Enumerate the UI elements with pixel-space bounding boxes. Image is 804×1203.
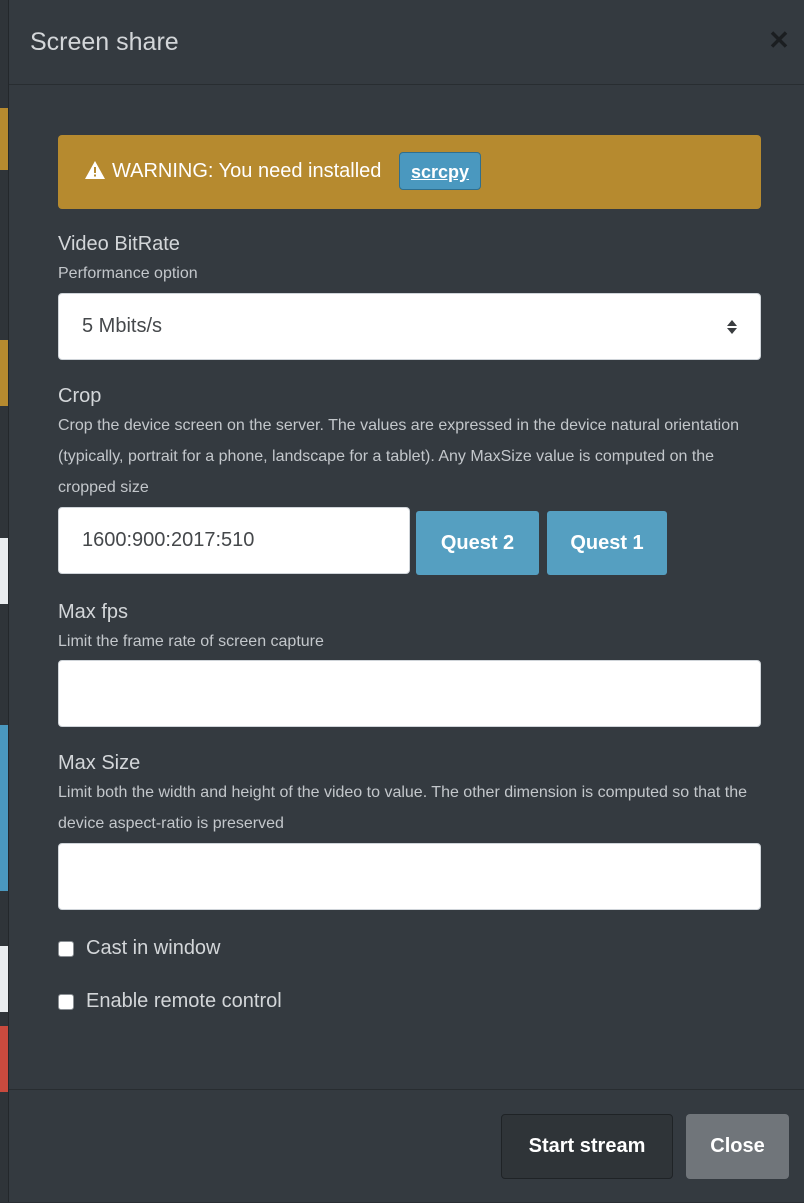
- bitrate-select[interactable]: 5 Mbits/s: [58, 293, 761, 360]
- warning-triangle-icon: [85, 161, 105, 179]
- warning-text: WARNING: You need installed: [112, 160, 382, 182]
- max-fps-help: Limit the frame rate of screen capture: [58, 633, 324, 650]
- close-icon[interactable]: ✕: [767, 27, 791, 53]
- quest-1-button[interactable]: Quest 1: [547, 511, 667, 575]
- background-page: [0, 0, 8, 1202]
- enable-remote-control-checkbox[interactable]: [58, 994, 74, 1010]
- enable-remote-control-label: Enable remote control: [86, 990, 282, 1012]
- modal-footer: Start stream Close: [9, 1089, 804, 1203]
- crop-label: Crop: [58, 385, 102, 407]
- modal-title: Screen share: [30, 28, 179, 56]
- max-size-help: Limit both the width and height of the v…: [58, 784, 748, 832]
- crop-value: 1600:900:2017:510: [82, 529, 255, 551]
- start-stream-button[interactable]: Start stream: [501, 1114, 673, 1179]
- quest-2-button[interactable]: Quest 2: [416, 511, 539, 575]
- cast-in-window-checkbox[interactable]: [58, 941, 74, 957]
- close-button[interactable]: Close: [686, 1114, 789, 1179]
- bitrate-label: Video BitRate: [58, 233, 180, 255]
- bitrate-selected-value: 5 Mbits/s: [82, 315, 163, 337]
- max-fps-input[interactable]: [58, 660, 761, 727]
- bitrate-help: Performance option: [58, 265, 198, 282]
- screen-share-modal: Screen share ✕ WARNING: You need install…: [8, 0, 804, 1202]
- crop-help: Crop the device screen on the server. Th…: [58, 417, 739, 496]
- warning-alert: WARNING: You need installed scrcpy: [58, 135, 761, 209]
- cast-in-window-label: Cast in window: [86, 937, 221, 959]
- scrcpy-link[interactable]: scrcpy: [399, 152, 481, 190]
- max-fps-label: Max fps: [58, 601, 129, 623]
- max-size-input[interactable]: [58, 843, 761, 910]
- select-arrows-icon: [727, 320, 737, 334]
- max-size-label: Max Size: [58, 752, 141, 774]
- modal-header: Screen share ✕: [9, 0, 804, 85]
- crop-input[interactable]: 1600:900:2017:510: [58, 507, 410, 574]
